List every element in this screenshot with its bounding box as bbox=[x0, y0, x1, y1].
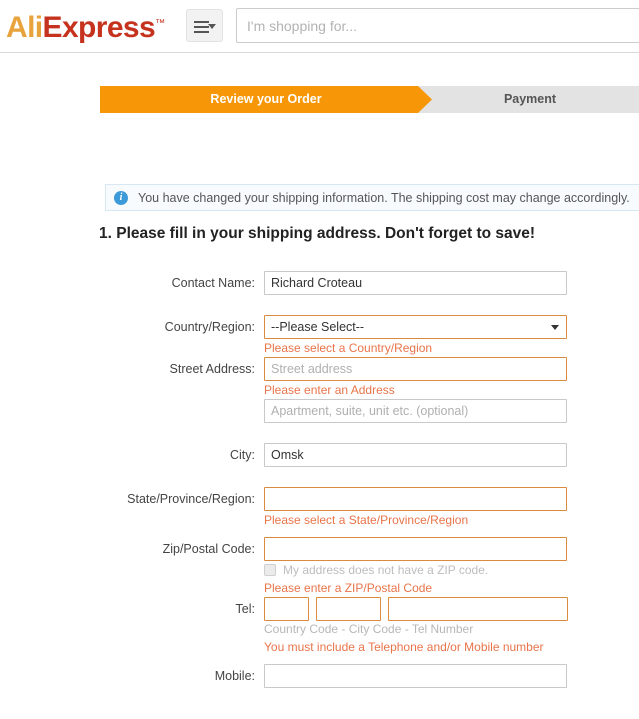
tel-inputs-group bbox=[264, 597, 639, 621]
logo-text-ali: Ali bbox=[6, 11, 43, 44]
chevron-down-icon bbox=[551, 325, 559, 330]
label-tel: Tel: bbox=[235, 602, 255, 616]
error-state-province: Please select a State/Province/Region bbox=[264, 513, 469, 527]
street-address-input[interactable] bbox=[264, 357, 567, 381]
zip-input[interactable] bbox=[264, 537, 567, 561]
tel-number-input[interactable] bbox=[388, 597, 568, 621]
checkout-progress-bar: Review your Order Payment bbox=[100, 86, 639, 113]
tel-format-hint: Country Code - City Code - Tel Number bbox=[264, 622, 474, 636]
label-country-region: Country/Region: bbox=[164, 320, 255, 334]
chevron-down-icon bbox=[208, 24, 216, 29]
category-menu-button[interactable] bbox=[186, 9, 223, 42]
notice-text: You have changed your shipping informati… bbox=[138, 190, 630, 205]
label-mobile: Mobile: bbox=[214, 669, 255, 683]
contact-name-input[interactable] bbox=[264, 271, 567, 295]
field-row-zip: Zip/Postal Code: My address does not hav… bbox=[0, 537, 639, 597]
tel-city-code-input[interactable] bbox=[316, 597, 381, 621]
step-review-your-order[interactable]: Review your Order bbox=[100, 86, 432, 113]
field-row-tel: Tel: Country Code - City Code - Tel Numb… bbox=[0, 597, 639, 656]
label-contact-name: Contact Name: bbox=[171, 276, 255, 290]
field-row-state-province: State/Province/Region: Please select a S… bbox=[0, 487, 639, 529]
field-row-country-region: Country/Region: --Please Select-- Please… bbox=[0, 315, 639, 357]
search-input[interactable] bbox=[236, 8, 639, 43]
field-row-mobile: Mobile: bbox=[0, 664, 639, 688]
tel-country-code-input[interactable] bbox=[264, 597, 309, 621]
label-state-province: State/Province/Region: bbox=[127, 492, 255, 506]
country-region-select[interactable]: --Please Select-- bbox=[264, 315, 567, 339]
logo-text-express: Express bbox=[42, 11, 156, 44]
apartment-input[interactable] bbox=[264, 399, 567, 423]
no-zip-checkbox-label: My address does not have a ZIP code. bbox=[283, 563, 489, 577]
city-input[interactable] bbox=[264, 443, 567, 467]
step-payment[interactable]: Payment bbox=[432, 86, 639, 113]
info-icon: i bbox=[114, 190, 128, 205]
error-country-region: Please select a Country/Region bbox=[264, 341, 433, 355]
no-zip-checkbox-row[interactable]: My address does not have a ZIP code. bbox=[264, 561, 639, 579]
field-row-street-address: Street Address: Please enter an Address bbox=[0, 357, 639, 423]
no-zip-checkbox[interactable] bbox=[264, 564, 276, 576]
error-zip: Please enter a ZIP/Postal Code bbox=[264, 581, 433, 595]
label-city: City: bbox=[230, 448, 255, 462]
state-province-input[interactable] bbox=[264, 487, 567, 511]
field-row-contact-name: Contact Name: bbox=[0, 271, 639, 295]
error-street-address: Please enter an Address bbox=[264, 383, 395, 397]
logo-trademark: ™ bbox=[155, 18, 165, 29]
site-header: AliExpress™ bbox=[0, 0, 639, 53]
shipping-address-form: Contact Name: Country/Region: --Please S… bbox=[0, 271, 639, 688]
shipping-change-notice: i You have changed your shipping informa… bbox=[105, 184, 639, 211]
label-zip: Zip/Postal Code: bbox=[162, 542, 255, 556]
country-region-selected-value: --Please Select-- bbox=[271, 320, 365, 334]
page-title: 1. Please fill in your shipping address.… bbox=[99, 225, 536, 242]
mobile-input[interactable] bbox=[264, 664, 567, 688]
hamburger-menu-icon bbox=[194, 21, 209, 36]
aliexpress-logo[interactable]: AliExpress™ bbox=[6, 6, 165, 46]
label-street-address: Street Address: bbox=[169, 362, 255, 376]
error-tel: You must include a Telephone and/or Mobi… bbox=[264, 640, 544, 654]
field-row-city: City: bbox=[0, 443, 639, 467]
